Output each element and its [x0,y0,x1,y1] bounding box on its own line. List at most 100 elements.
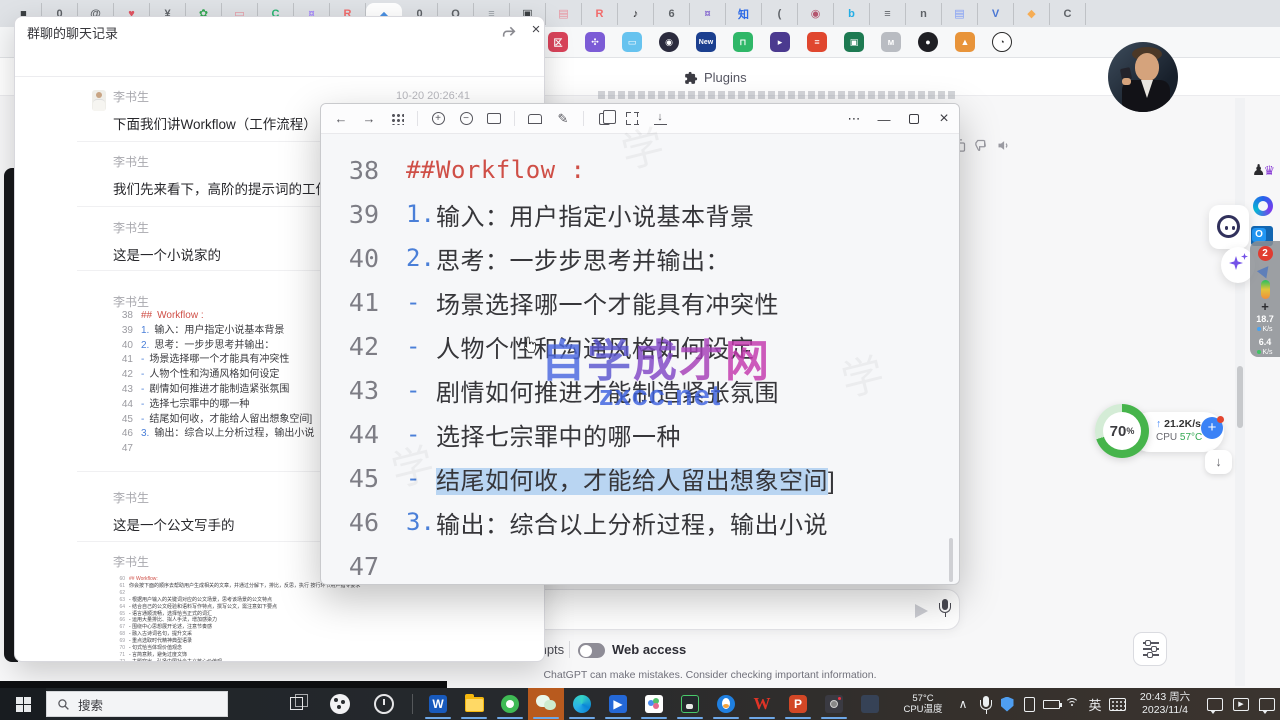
viewer-scrollbar[interactable] [949,538,953,582]
hidden-icons-chevron[interactable]: ∧ [953,688,973,720]
forward-icon[interactable] [501,24,517,40]
bookmark-green-phone[interactable]: ⊓ [733,32,753,52]
bookmark-orange-hill[interactable]: ▲ [955,32,975,52]
close-button[interactable]: × [929,104,959,134]
bookmark-brain-purple[interactable]: ✣ [585,32,605,52]
speaker-icon[interactable] [996,138,1011,153]
bookmark-mouse-gray[interactable]: ᴍ [881,32,901,52]
actual-size-icon[interactable] [486,111,502,127]
pinned-tab-bilibili[interactable]: b [834,3,870,25]
pinned-tab-paw[interactable]: ¤ [690,3,726,25]
history-clock-icon[interactable] [374,694,394,714]
pinned-tab-lines[interactable]: ≡ [870,3,906,25]
network-monitor-panel[interactable]: 2 + 18.7K/s 6.4K/s [1250,241,1280,357]
line-marker: 3. [406,508,435,536]
line-number: 67 [115,624,125,631]
zoom-out-icon[interactable]: − [458,111,474,127]
bookmark-green-tv[interactable]: ▣ [844,32,864,52]
security-shield-icon[interactable] [997,688,1017,720]
bookmark-black-circle[interactable]: ● [918,32,938,52]
copilot-icon[interactable] [1253,196,1273,216]
input-language-indicator[interactable]: 英 [1085,688,1105,720]
line-marker: 1. [406,200,435,228]
maximize-button[interactable] [899,104,929,134]
task-view-icon[interactable] [290,694,310,714]
minimize-button[interactable]: — [869,104,899,134]
pinned-tab-v-blue[interactable]: V [978,3,1014,25]
taskbar-app-green-app[interactable] [492,688,528,720]
thumbs-down-icon[interactable] [974,138,989,153]
tray-mic-icon[interactable] [975,688,995,720]
microphone-icon[interactable] [939,599,951,621]
pinned-tab-flame[interactable]: ◆ [1014,3,1050,25]
taskbar-app-blue-app[interactable]: ▶ [600,688,636,720]
plugins-selector[interactable]: Plugins [684,70,747,85]
pinned-tab-paren[interactable]: ( [762,3,798,25]
line-number: 72 [115,659,125,662]
bookmark-purple-dark[interactable]: ▸ [770,32,790,52]
pinned-tab-pink-book[interactable]: ▤ [546,3,582,25]
rotate-icon[interactable] [527,111,543,127]
clock[interactable]: 20:43 周六2023/11/4 [1134,691,1196,717]
touch-keyboard-icon[interactable] [1107,688,1127,720]
bookmark-blue-card[interactable]: ▭ [622,32,642,52]
taskbar-app-screen-recorder[interactable] [672,688,708,720]
video-tool-icon[interactable]: ▶ [1228,688,1254,720]
ai-assistant-button[interactable] [1209,205,1249,249]
taskbar-app-camera-app[interactable] [816,688,852,720]
cpu-temp-tray[interactable]: 57°CCPU温度 [898,693,948,715]
search-placeholder: 搜索 [78,695,103,714]
taskbar-app-faint-app[interactable] [852,688,888,720]
taskbar-app-edge[interactable] [564,688,600,720]
page-scrollbar[interactable] [1235,98,1245,686]
start-button[interactable] [0,688,46,720]
taskbar-app-word[interactable]: W [420,688,456,720]
settings-sliders-button[interactable] [1133,632,1167,666]
bookmark-dark-face[interactable]: ◉ [659,32,679,52]
pinned-tab-c-gray[interactable]: C [1050,3,1086,25]
scrollbar-thumb[interactable] [1237,366,1243,428]
add-widget-button[interactable]: + [1201,417,1223,439]
divider [15,76,545,77]
send-icon[interactable] [915,604,928,618]
running-indicator [713,717,739,719]
zoom-in-icon[interactable]: + [430,111,446,127]
bookmark-red-app[interactable]: 区 [548,32,568,52]
taskbar-app-explorer[interactable] [456,688,492,720]
collapse-down-button[interactable]: ↓ [1205,450,1232,474]
pinned-tab-eye[interactable]: ◉ [798,3,834,25]
taskbar-app-wps[interactable]: W [744,688,780,720]
assistant-app-icon[interactable] [330,694,350,714]
taskbar-search[interactable]: 搜索 [46,691,228,717]
back-icon[interactable]: ← [333,111,349,127]
taskbar-app-powerpoint[interactable]: P [780,688,816,720]
more-options-icon[interactable]: ⋯ [839,104,869,134]
pinned-tab-zhihu[interactable]: 知 [726,3,762,25]
wifi-icon[interactable] [1063,688,1083,720]
pinned-tab-six[interactable]: 6 [654,3,690,25]
close-icon[interactable]: × [527,21,545,39]
forward-icon[interactable]: → [361,111,377,127]
taskbar-app-meeting[interactable] [636,688,672,720]
bookmark-red-doc[interactable]: ≡ [807,32,827,52]
cpu-usage-ring[interactable]: 70% [1095,404,1149,458]
lines-favicon: ≡ [884,8,890,20]
pinned-tab-note[interactable]: n [906,3,942,25]
message-text: 下面我们讲Workflow（工作流程） [113,113,317,133]
taskbar-app-wechat[interactable] [528,688,564,720]
bookmark-octocat-outline[interactable]: ◔ [992,32,1012,52]
pinned-tab-tiktok[interactable]: ♪ [618,3,654,25]
gallery-grid-icon[interactable] [389,111,405,127]
notifications-icon[interactable] [1202,688,1228,720]
pinned-tab-doc-blue[interactable]: ▤ [942,3,978,25]
bookmark-new-badge[interactable]: New [696,32,716,52]
notes-chat-icon[interactable] [1254,688,1280,720]
taskbar-app-qq[interactable] [708,688,744,720]
web-access-toggle[interactable] [578,643,605,658]
phone-link-icon[interactable] [1019,688,1039,720]
edit-icon[interactable]: ✎ [555,111,571,127]
pinned-tab-red-r2[interactable]: R [582,3,618,25]
copy-icon[interactable] [596,111,612,127]
chess-extension-icon[interactable]: ♟♛ [1252,161,1275,179]
battery-icon[interactable] [1041,688,1061,720]
